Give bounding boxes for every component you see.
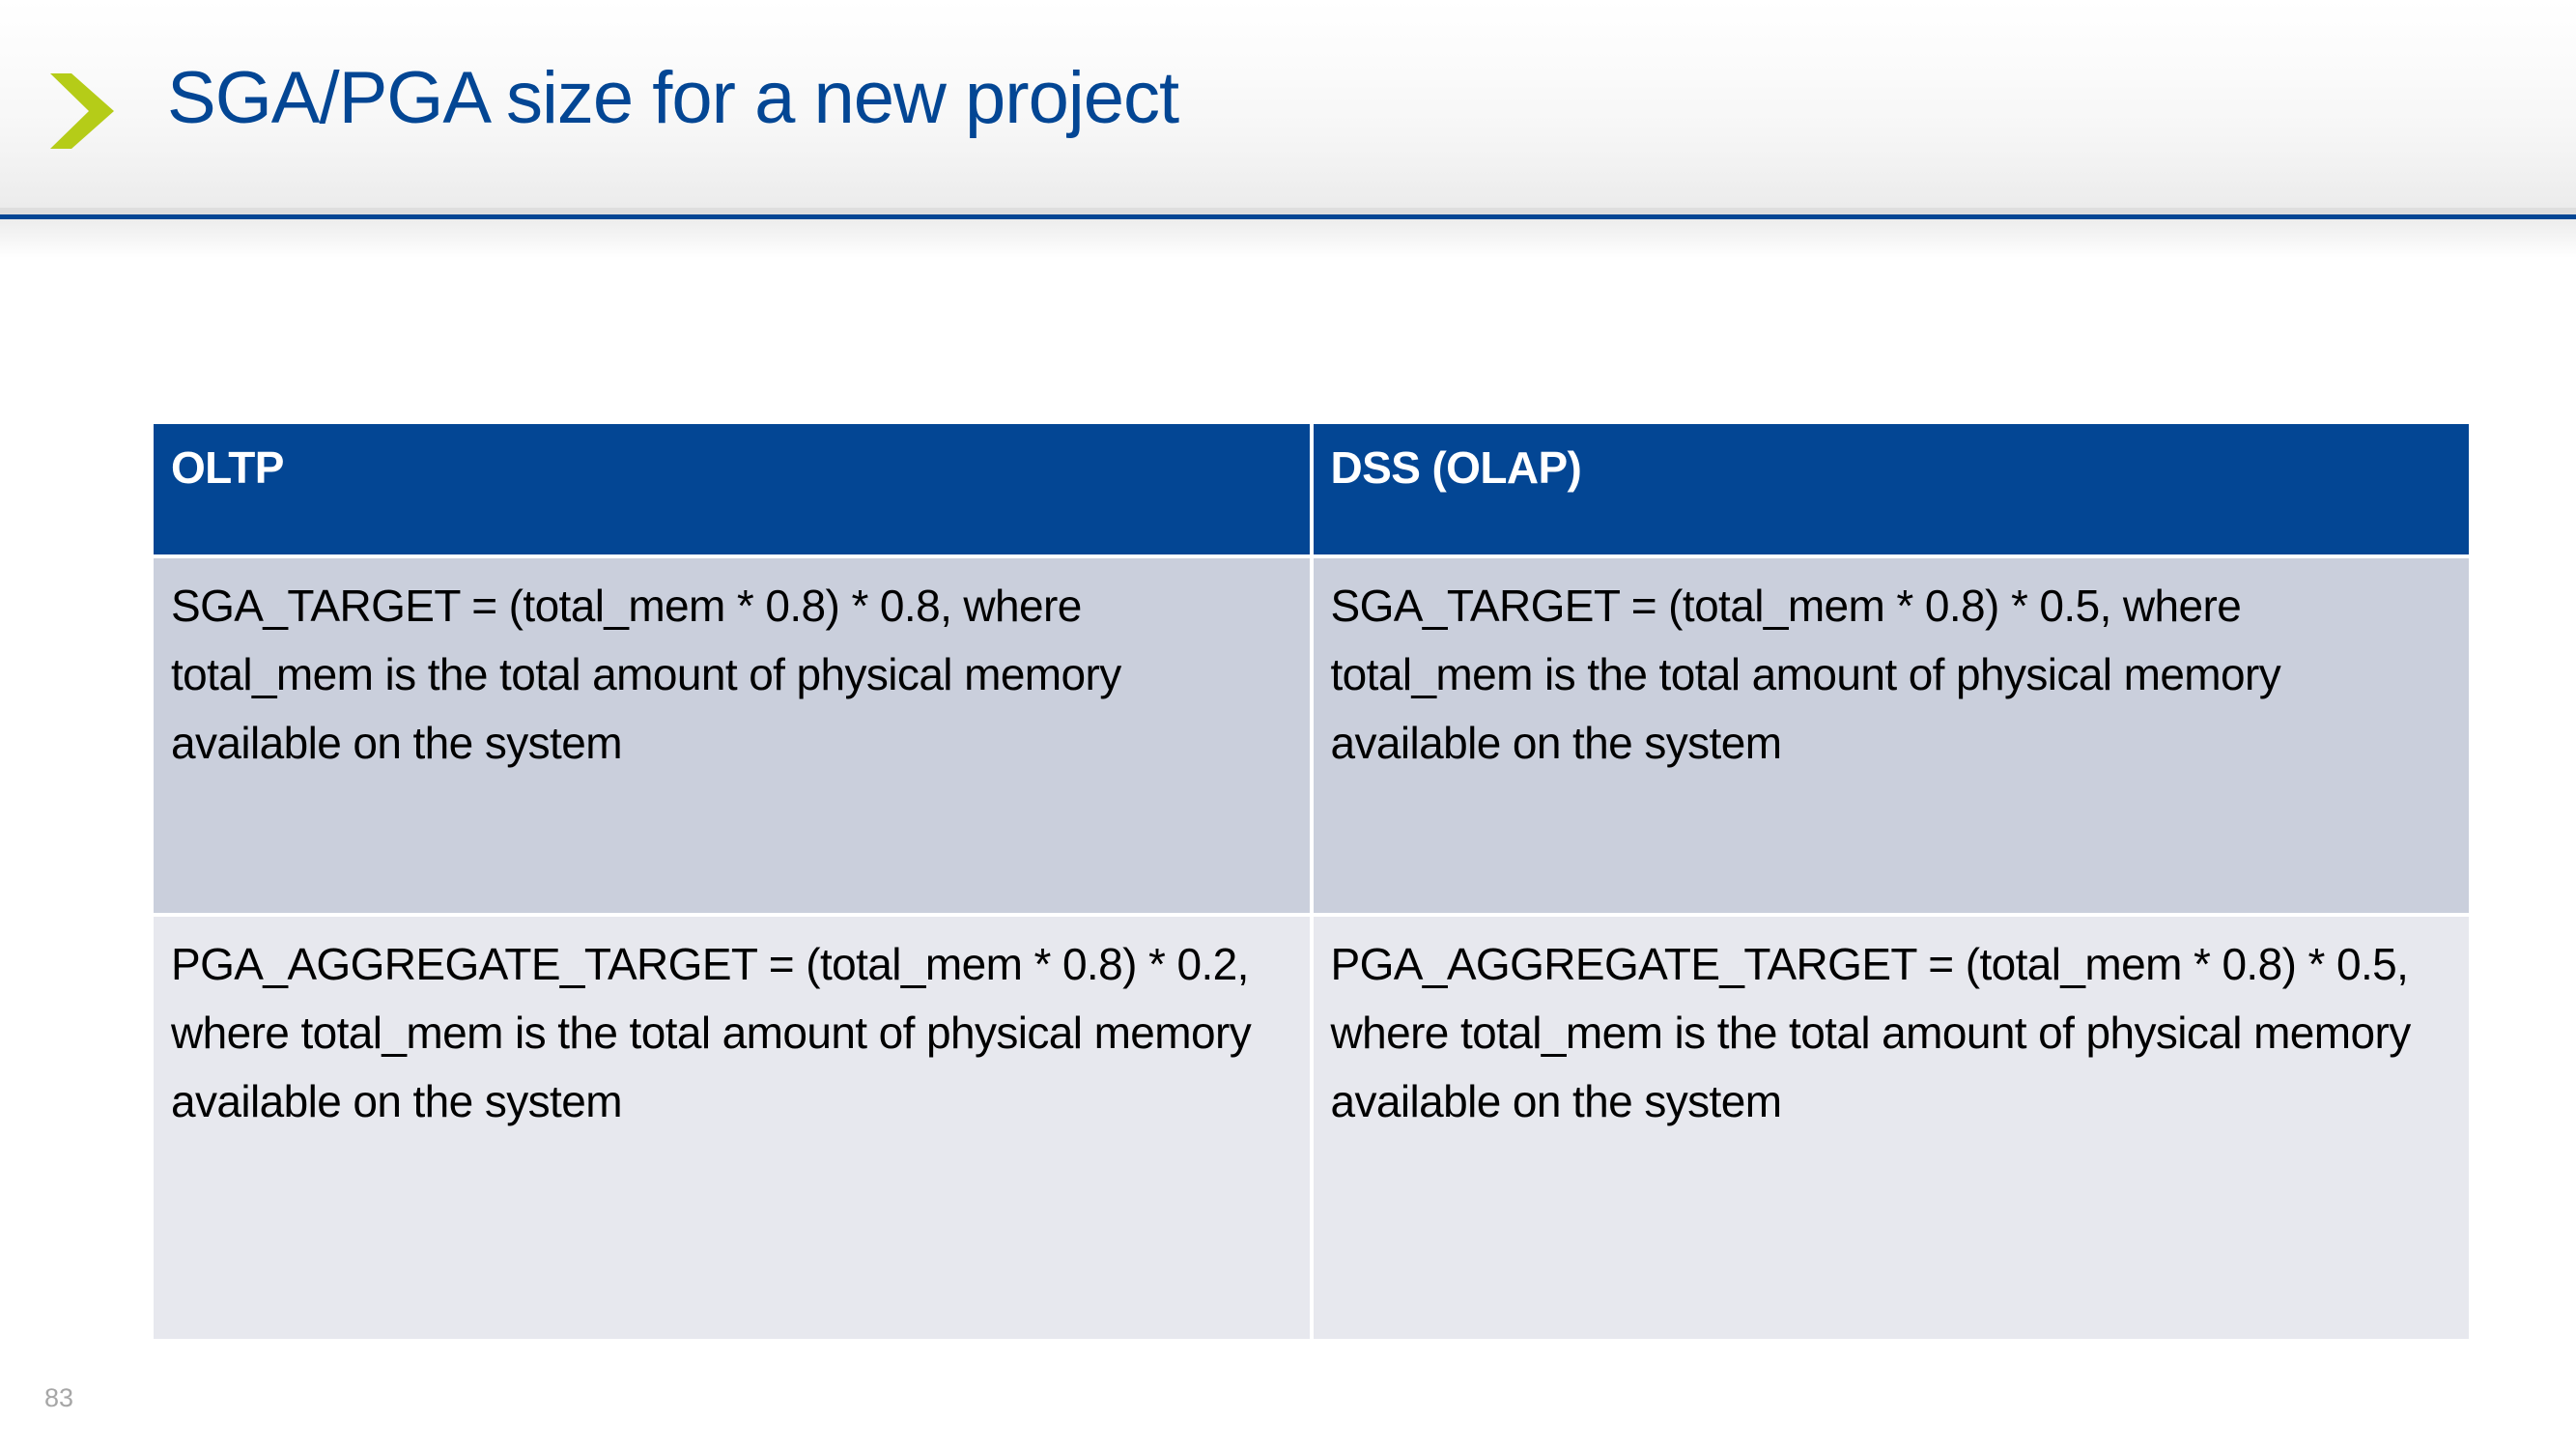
column-header-oltp: OLTP <box>150 424 1314 558</box>
column-header-dss: DSS (OLAP) <box>1309 424 2473 558</box>
table-header-row: OLTP DSS (OLAP) <box>150 424 2473 558</box>
table-row: SGA_TARGET = (total_mem * 0.8) * 0.8, wh… <box>150 554 2473 917</box>
table-row: PGA_AGGREGATE_TARGET = (total_mem * 0.8)… <box>150 913 2473 1343</box>
cell-oltp-pga: PGA_AGGREGATE_TARGET = (total_mem * 0.8)… <box>150 913 1314 1343</box>
chevron-right-icon <box>50 73 114 149</box>
cell-dss-sga: SGA_TARGET = (total_mem * 0.8) * 0.5, wh… <box>1309 554 2473 917</box>
page-number: 83 <box>44 1383 74 1412</box>
cell-oltp-sga: SGA_TARGET = (total_mem * 0.8) * 0.8, wh… <box>150 554 1314 917</box>
header-shadow <box>0 219 2576 258</box>
cell-dss-pga: PGA_AGGREGATE_TARGET = (total_mem * 0.8)… <box>1309 913 2473 1343</box>
slide-title: SGA/PGA size for a new project <box>167 57 1179 139</box>
comparison-table: OLTP DSS (OLAP) SGA_TARGET = (total_mem … <box>150 424 2473 1343</box>
